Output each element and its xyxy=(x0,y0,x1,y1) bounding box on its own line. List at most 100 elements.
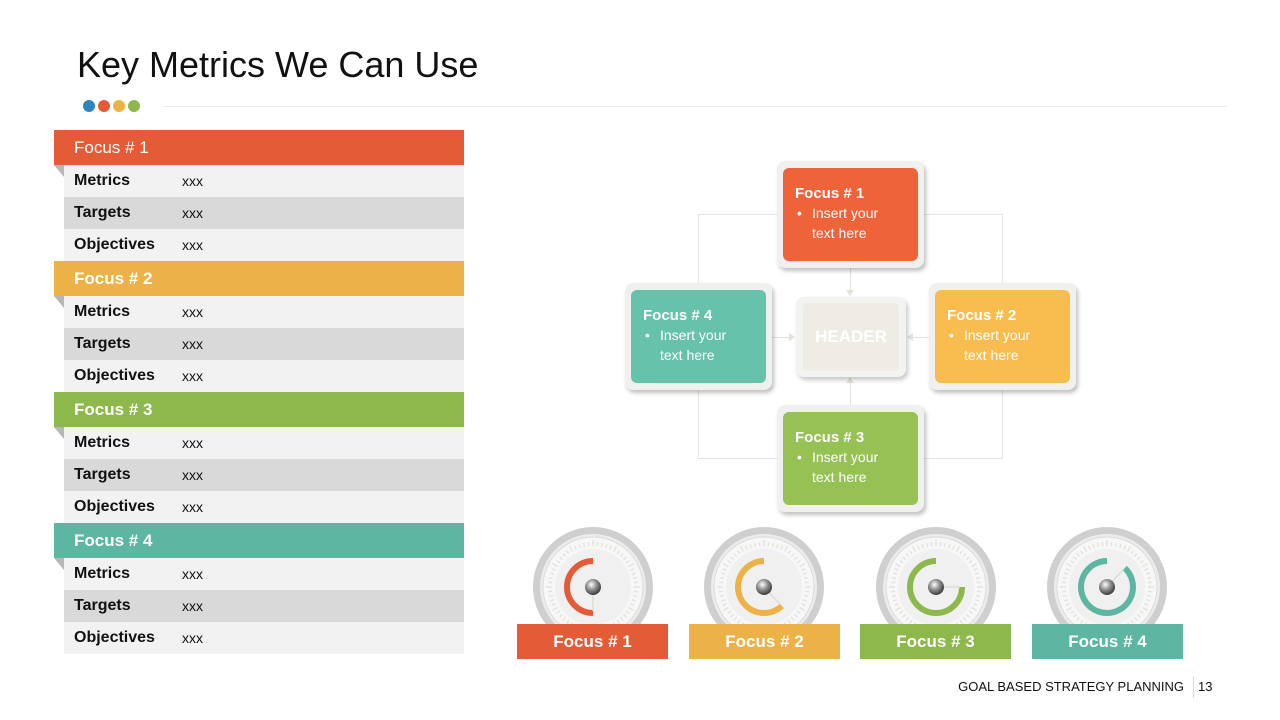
gauge-tick xyxy=(803,576,809,580)
table-row: Metrics xxx xyxy=(64,427,464,459)
gauge-label: Focus # 2 xyxy=(689,624,840,659)
gauge-label: Focus # 3 xyxy=(860,624,1011,659)
bullet-icon: • xyxy=(645,327,650,343)
ribbon-fold xyxy=(54,165,64,177)
card-text: Insert your text here xyxy=(660,327,727,363)
focus-card-2: Focus # 2 • Insert your text here xyxy=(929,283,1076,390)
slide-title: Key Metrics We Can Use xyxy=(77,44,479,85)
table-section-focus-3: Focus # 3 Metrics xxx Targets xxx Objectiv… xyxy=(54,392,464,523)
gauge-label: Focus # 4 xyxy=(1032,624,1183,659)
gauge-tick xyxy=(1062,576,1068,580)
card-text: Insert your text here xyxy=(812,205,879,241)
row-label: Targets xyxy=(74,466,131,483)
gauge-tick xyxy=(632,594,638,598)
row-value: xxx xyxy=(182,304,203,320)
ribbon-fold xyxy=(54,558,64,570)
row-label: Targets xyxy=(74,597,131,614)
focus-card-3: Focus # 3 • Insert your text here xyxy=(777,405,924,512)
table-row: Objectives xxx xyxy=(64,491,464,523)
row-value: xxx xyxy=(182,435,203,451)
card-title: Focus # 2 xyxy=(947,307,1017,324)
gauge-tick xyxy=(600,542,604,548)
card-title: Focus # 4 xyxy=(643,307,713,324)
gauge-tick xyxy=(632,576,638,580)
page-number: 13 xyxy=(1198,679,1213,694)
gauge-tick xyxy=(548,576,554,580)
row-label: Metrics xyxy=(74,565,131,582)
table-row: Metrics xxx xyxy=(64,558,464,590)
table-row: Targets xxx xyxy=(64,590,464,622)
table-row: Targets xxx xyxy=(64,459,464,491)
bullet-icon: • xyxy=(797,205,802,221)
table-section-focus-1: Focus # 1 Metrics xxx Targets xxx Objectiv… xyxy=(54,130,464,261)
table-row: Targets xxx xyxy=(64,197,464,229)
table-row: Targets xxx xyxy=(64,328,464,360)
row-label: Metrics xyxy=(74,303,131,320)
table-row: Metrics xxx xyxy=(64,296,464,328)
gauge-tick xyxy=(1114,542,1118,548)
gauge-tick xyxy=(719,576,725,580)
ribbon-fold xyxy=(54,427,64,439)
gauge-knob xyxy=(928,579,944,595)
bullet-icon: • xyxy=(797,449,802,465)
gauge-tick xyxy=(891,594,897,598)
section-header: Focus # 1 xyxy=(54,130,464,165)
row-label: Metrics xyxy=(74,434,131,451)
gauge-tick xyxy=(548,594,554,598)
section-header: Focus # 3 xyxy=(54,392,464,427)
title-dots xyxy=(83,100,140,112)
focus-card-1: Focus # 1 • Insert your text here xyxy=(777,161,924,268)
bullet-icon: • xyxy=(949,327,954,343)
row-value: xxx xyxy=(182,566,203,582)
gauge-tick xyxy=(582,542,586,548)
gauge-tick xyxy=(1096,542,1100,548)
row-value: xxx xyxy=(182,336,203,352)
row-label: Metrics xyxy=(74,172,131,189)
row-value: xxx xyxy=(182,368,203,384)
connector-bottom xyxy=(850,380,851,406)
ribbon-fold xyxy=(54,296,64,308)
dot-green xyxy=(128,100,140,112)
arrow-right-icon xyxy=(789,333,795,341)
gauge-tick xyxy=(753,542,757,548)
section-header: Focus # 2 xyxy=(54,261,464,296)
gauge-tick xyxy=(1146,576,1152,580)
row-label: Objectives xyxy=(74,629,155,646)
row-value: xxx xyxy=(182,499,203,515)
gauge-tick xyxy=(1062,594,1068,598)
gauge-knob xyxy=(756,579,772,595)
row-label: Targets xyxy=(74,204,131,221)
arrow-up-icon xyxy=(846,377,854,383)
card-text: Insert your text here xyxy=(812,449,879,485)
row-label: Objectives xyxy=(74,236,155,253)
arrow-left-icon xyxy=(907,333,913,341)
row-value: xxx xyxy=(182,205,203,221)
card-text: Insert your text here xyxy=(964,327,1031,363)
table-row: Objectives xxx xyxy=(64,360,464,392)
row-value: xxx xyxy=(182,598,203,614)
gauge-tick xyxy=(943,542,947,548)
gauge-tick xyxy=(803,594,809,598)
gauge-tick xyxy=(891,576,897,580)
row-value: xxx xyxy=(182,237,203,253)
metrics-table: Focus # 1 Metrics xxx Targets xxx Objectiv… xyxy=(54,130,464,654)
row-label: Objectives xyxy=(74,498,155,515)
row-label: Targets xyxy=(74,335,131,352)
gauge-label: Focus # 1 xyxy=(517,624,668,659)
gauge-tick xyxy=(975,576,981,580)
gauge-knob xyxy=(585,579,601,595)
gauge-tick xyxy=(975,594,981,598)
table-row: Objectives xxx xyxy=(64,229,464,261)
dot-blue xyxy=(83,100,95,112)
card-title: Focus # 3 xyxy=(795,429,865,446)
dot-yellow xyxy=(113,100,125,112)
header-label: HEADER xyxy=(803,303,899,371)
gauge-tick xyxy=(925,542,929,548)
focus-card-4: Focus # 4 • Insert your text here xyxy=(625,283,772,390)
row-value: xxx xyxy=(182,630,203,646)
gauge-tick xyxy=(719,594,725,598)
table-section-focus-2: Focus # 2 Metrics xxx Targets xxx Objectiv… xyxy=(54,261,464,392)
gauge-knob xyxy=(1099,579,1115,595)
arrow-down-icon xyxy=(846,290,854,296)
footer-divider xyxy=(1193,676,1194,698)
